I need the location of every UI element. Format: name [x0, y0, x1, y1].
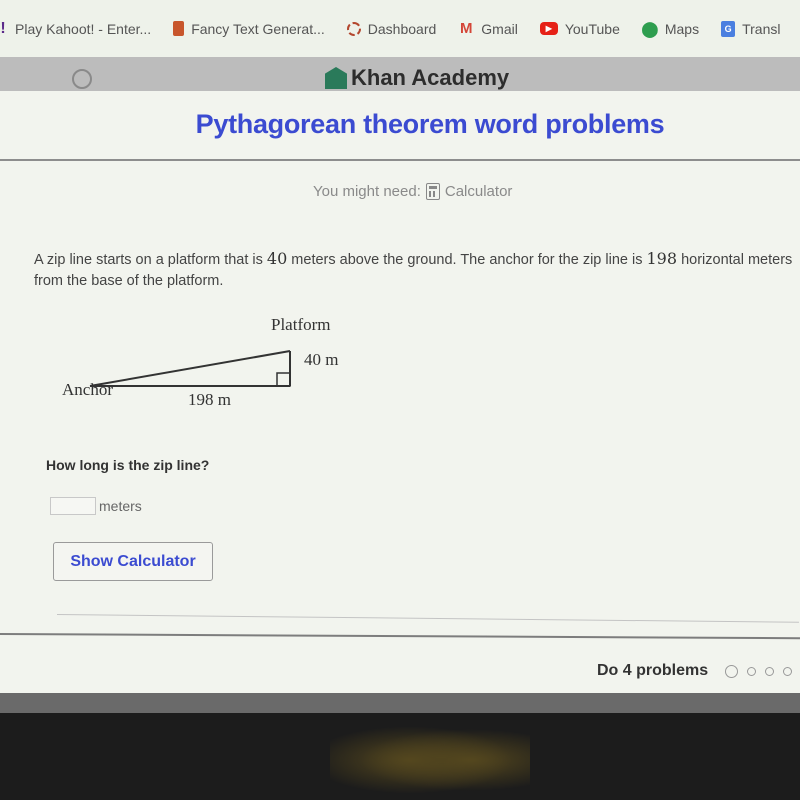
bookmark-kahoot[interactable]: ! Play Kahoot! - Enter... [0, 19, 152, 37]
dashboard-icon [346, 21, 361, 36]
youtube-icon: ▶ [539, 22, 558, 35]
site-header: Khan Academy [0, 57, 800, 91]
divider [0, 633, 800, 640]
problem-dot-4 [783, 666, 793, 676]
answer-input[interactable] [50, 497, 96, 515]
height-label: 40 m [304, 350, 339, 369]
bookmark-gmail[interactable]: M Gmail [458, 20, 518, 37]
bookmarks-bar: ! Play Kahoot! - Enter... Fancy Text Gen… [0, 0, 800, 57]
right-angle-marker [276, 372, 291, 387]
khan-academy-logo[interactable]: Khan Academy [325, 65, 509, 91]
bookmark-fancy-text[interactable]: Fancy Text Generat... [173, 21, 325, 37]
screen-reflection [330, 720, 530, 800]
question-text: A zip line starts on a platform that is … [34, 248, 800, 292]
tool-label: Calculator [444, 183, 513, 200]
might-need-tools: You might need: Calculator [313, 183, 512, 200]
platform-label: Platform [271, 315, 331, 334]
gmail-icon: M [460, 20, 473, 37]
question-text-part: meters above the ground. The anchor for … [287, 252, 647, 268]
exercise-page: Pythagorean theorem word problems You mi… [0, 91, 800, 693]
answer-row: meters [50, 497, 142, 515]
progress-indicator: Do 4 problems [597, 662, 793, 680]
answer-unit: meters [99, 498, 142, 514]
exercise-title: Pythagorean theorem word problems [195, 108, 665, 139]
bookmark-label: Gmail [481, 20, 518, 37]
search-icon[interactable] [72, 69, 92, 89]
bookmark-dashboard[interactable]: Dashboard [346, 20, 437, 37]
question-text-part: A zip line starts on a platform that is [34, 252, 267, 268]
bookmark-maps[interactable]: ⬤ Maps [641, 20, 700, 38]
bookmark-youtube[interactable]: ▶ YouTube [539, 20, 620, 37]
problem-dot-2 [747, 666, 757, 676]
distance-value: 198 [646, 249, 678, 268]
bookmark-translate[interactable]: G Transl [721, 20, 781, 37]
show-calculator-button[interactable]: Show Calculator [53, 542, 213, 581]
problem-dot-3 [765, 666, 775, 676]
bookmark-label: Dashboard [367, 20, 437, 37]
kahoot-icon: ! [0, 19, 6, 37]
zip-line [89, 350, 291, 387]
calculator-icon [425, 183, 440, 200]
bookmark-label: Fancy Text Generat... [191, 20, 325, 37]
maps-icon: ⬤ [641, 20, 659, 38]
translate-icon: G [721, 20, 736, 37]
bookmark-label: Transl [742, 20, 781, 37]
height-value: 40 [266, 249, 288, 268]
bookmark-label: YouTube [564, 20, 620, 37]
logo-text: Khan Academy [351, 65, 510, 90]
bookmark-label: Play Kahoot! - Enter... [15, 20, 152, 37]
might-need-label: You might need: [313, 183, 421, 200]
bookmark-label: Maps [664, 20, 700, 37]
title-bar: Pythagorean theorem word problems [0, 91, 800, 161]
khan-logo-icon [325, 67, 347, 89]
base-label: 198 m [188, 390, 231, 409]
triangle-diagram: Platform 40 m Anchor 198 m [50, 313, 370, 423]
problem-dot-1 [725, 664, 739, 678]
progress-label: Do 4 problems [597, 662, 709, 679]
divider [56, 614, 799, 623]
fancy-text-icon [173, 21, 185, 36]
question-prompt: How long is the zip line? [46, 457, 210, 473]
anchor-label: Anchor [62, 380, 113, 399]
